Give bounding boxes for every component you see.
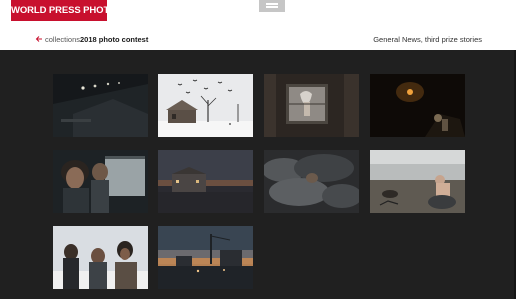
photo-thumbnail[interactable] [158,74,253,137]
arrow-left-icon[interactable] [35,35,43,43]
photo-thumbnail[interactable] [53,226,148,289]
photo-thumbnail[interactable] [264,74,359,137]
photo-thumbnail[interactable] [370,150,465,213]
world-press-photo-logo[interactable]: WORLD PRESS PHOTO [11,0,116,21]
category-label: General News, third prize stories [373,35,482,44]
menu-button[interactable] [259,0,285,12]
breadcrumb: collections 2018 photo contest General N… [0,32,516,48]
photo-thumbnail[interactable] [158,226,253,289]
photo-thumbnail[interactable] [53,150,148,213]
photo-thumbnail[interactable] [264,150,359,213]
top-bar: WORLD PRESS PHOTO collections 2018 photo… [0,0,516,50]
photo-thumbnail[interactable] [370,74,465,137]
photo-thumbnail[interactable] [53,74,148,137]
breadcrumb-collections-link[interactable]: collections [45,35,80,44]
photo-thumbnail[interactable] [158,150,253,213]
breadcrumb-current[interactable]: 2018 photo contest [80,35,148,44]
photo-gallery [0,50,516,299]
